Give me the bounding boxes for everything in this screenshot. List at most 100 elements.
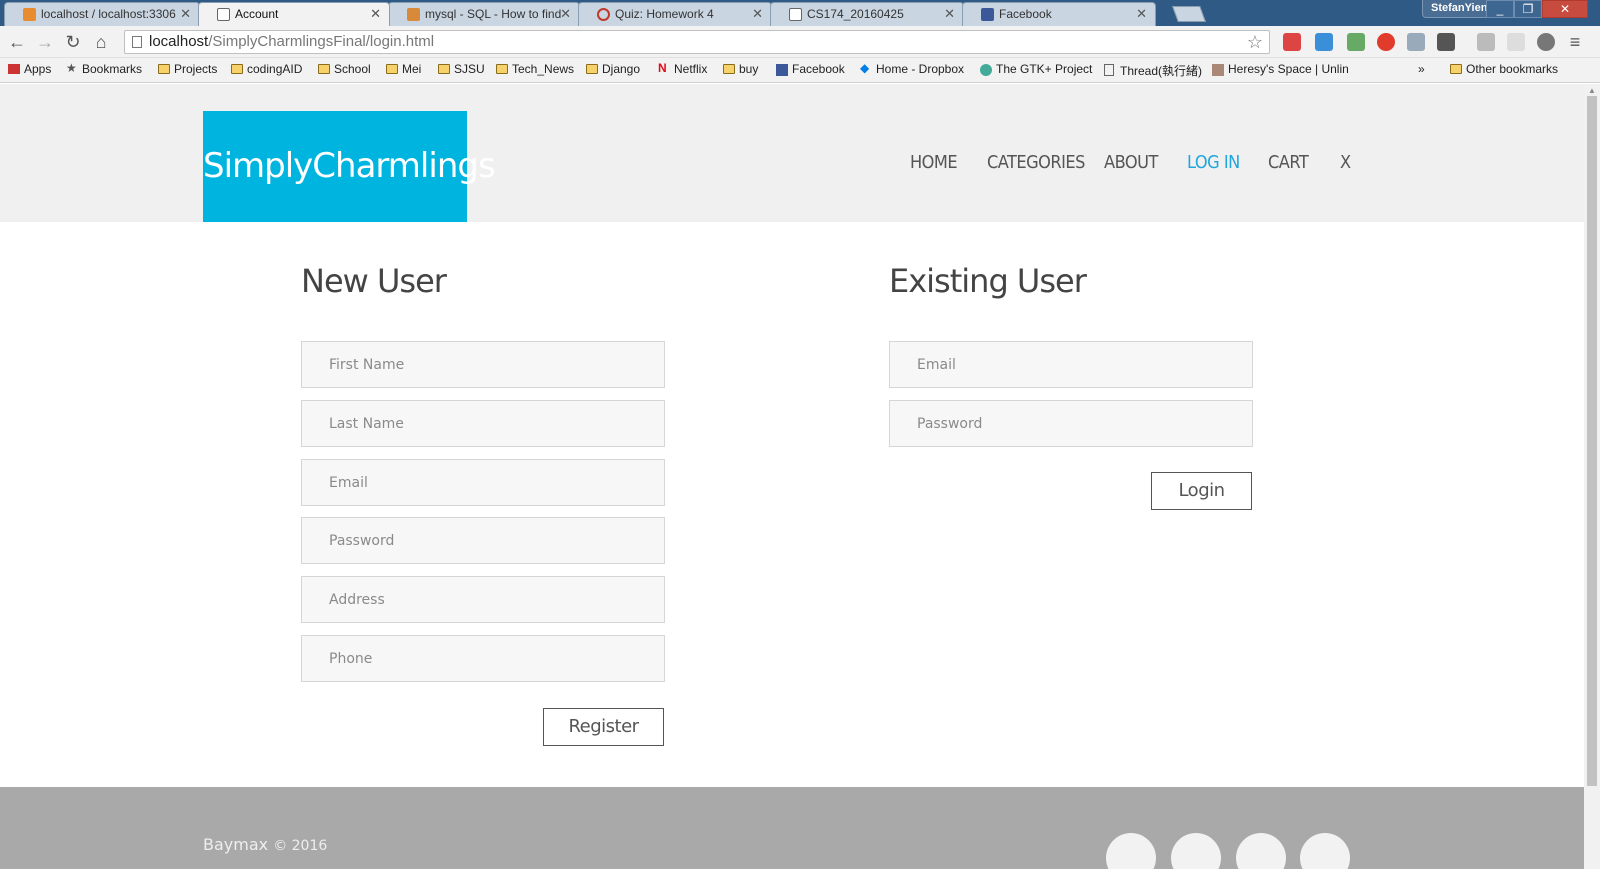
reload-icon[interactable]: ↻ (62, 31, 84, 53)
footer-year: © 2016 (273, 838, 328, 854)
bookmark-apps[interactable]: Apps (8, 62, 51, 76)
extension-icon[interactable] (1437, 33, 1455, 51)
tab-quiz[interactable]: Quiz: Homework 4 ✕ (578, 2, 772, 26)
scrollbar-thumb[interactable] (1587, 96, 1597, 786)
nav-login[interactable]: LOG IN (1187, 152, 1240, 173)
nav-home[interactable]: HOME (910, 152, 958, 173)
close-icon[interactable]: ✕ (370, 6, 381, 22)
window-close-icon[interactable]: ✕ (1542, 0, 1588, 18)
netflix-icon: N (658, 61, 667, 75)
bookmark-label: SJSU (454, 62, 485, 76)
site-header: SimplyCharmlings HOME CATEGORIES ABOUT L… (0, 84, 1584, 222)
address-bar[interactable]: localhost/SimplyCharmlingsFinal/login.ht… (124, 30, 1270, 54)
tab-phpmyadmin[interactable]: localhost / localhost:3306 ✕ (4, 2, 200, 26)
register-button[interactable]: Register (543, 708, 664, 746)
home-icon[interactable]: ⌂ (90, 31, 112, 53)
back-icon[interactable]: ← (6, 31, 28, 53)
login-button[interactable]: Login (1151, 472, 1252, 510)
bookmark-label: Apps (24, 62, 52, 76)
folder-icon (496, 64, 508, 74)
footer-brand: Baymax (203, 835, 269, 854)
forward-icon[interactable]: → (34, 31, 56, 53)
page-icon (217, 8, 230, 21)
extension-icon[interactable] (1315, 33, 1333, 51)
site-logo[interactable]: SimplyCharmlings (203, 111, 496, 222)
canvas-icon (597, 8, 610, 21)
restore-icon[interactable]: ❐ (1514, 0, 1542, 18)
bookmark-bookmarks[interactable]: ★ Bookmarks (66, 61, 142, 76)
bookmark-buy[interactable]: buy (723, 62, 758, 76)
folder-icon (231, 64, 243, 74)
close-icon[interactable]: ✕ (1136, 6, 1147, 22)
browser-tabstrip: localhost / localhost:3306 ✕ Account ✕ m… (0, 0, 1600, 26)
bookmark-label: The GTK+ Project (996, 62, 1093, 76)
nav-close[interactable]: X (1340, 152, 1351, 173)
bookmark-label: Thread(執行緒) (1120, 64, 1203, 78)
extension-icon[interactable] (1347, 33, 1365, 51)
menu-icon[interactable]: ≡ (1564, 31, 1586, 53)
register-password-field[interactable] (301, 517, 665, 564)
bookmark-projects[interactable]: Projects (158, 62, 217, 76)
tab-title: Facebook (999, 7, 1052, 21)
first-name-field[interactable] (301, 341, 665, 388)
login-email-field[interactable] (889, 341, 1253, 388)
page-scrollbar[interactable]: ▲ (1584, 84, 1600, 869)
address-field[interactable] (301, 576, 665, 623)
page-icon (789, 8, 802, 21)
close-icon[interactable]: ✕ (180, 6, 191, 22)
bookmark-school[interactable]: School (318, 62, 371, 76)
bookmark-codingaid[interactable]: codingAID (231, 62, 302, 76)
bookmark-netflix[interactable]: N Netflix (658, 61, 708, 76)
bookmark-thread[interactable]: Thread(執行緒) (1104, 62, 1202, 79)
nav-about[interactable]: ABOUT (1104, 152, 1158, 173)
phone-field[interactable] (301, 635, 665, 682)
extension-icon[interactable] (1537, 33, 1555, 51)
bookmark-sjsu[interactable]: SJSU (438, 62, 485, 76)
facebook-icon[interactable] (1236, 833, 1286, 869)
bookmark-facebook[interactable]: Facebook (776, 62, 845, 76)
extension-icon[interactable] (1507, 33, 1525, 51)
facebook-icon (776, 64, 788, 76)
bookmarks-overflow-chevron[interactable]: » (1418, 62, 1425, 76)
tab-account[interactable]: Account ✕ (198, 2, 390, 26)
nav-cart[interactable]: CART (1268, 152, 1309, 173)
facebook-icon (981, 8, 994, 21)
folder-icon (158, 64, 170, 74)
tab-cs174[interactable]: CS174_20160425 ✕ (770, 2, 964, 26)
star-icon: ★ (66, 61, 77, 75)
tab-facebook[interactable]: Facebook ✕ (962, 2, 1156, 26)
phpmyadmin-icon (23, 8, 36, 21)
close-icon[interactable]: ✕ (752, 6, 763, 22)
close-icon[interactable]: ✕ (944, 6, 955, 22)
register-email-field[interactable] (301, 459, 665, 506)
dropbox-icon: ◆ (860, 61, 870, 75)
minimize-icon[interactable]: _ (1486, 0, 1514, 18)
extension-icon[interactable] (1477, 33, 1495, 51)
twitter-icon[interactable] (1171, 833, 1221, 869)
bookmark-label: Mei (402, 62, 422, 76)
bookmark-gtk[interactable]: The GTK+ Project (980, 62, 1092, 76)
last-name-field[interactable] (301, 400, 665, 447)
bookmark-dropbox[interactable]: ◆ Home - Dropbox (860, 61, 964, 76)
nav-categories[interactable]: CATEGORIES (987, 152, 1085, 173)
download-extension-icon[interactable] (1407, 33, 1425, 51)
bookmark-django[interactable]: Django (586, 62, 640, 76)
instagram-icon[interactable] (1106, 833, 1156, 869)
new-tab-button[interactable] (1172, 6, 1206, 22)
login-password-field[interactable] (889, 400, 1253, 447)
bookmark-heresy[interactable]: Heresy's Space | Unlin (1212, 62, 1348, 76)
bookmark-tech-news[interactable]: Tech_News (496, 62, 574, 76)
bookmark-other[interactable]: Other bookmarks (1450, 62, 1558, 76)
gmail-extension-icon[interactable] (1283, 33, 1301, 51)
email-icon[interactable] (1300, 833, 1350, 869)
folder-icon (438, 64, 450, 74)
bookmark-star-icon[interactable]: ☆ (1247, 31, 1263, 53)
close-icon[interactable]: ✕ (560, 6, 571, 22)
bookmark-mei[interactable]: Mei (386, 62, 421, 76)
opera-extension-icon[interactable] (1377, 33, 1395, 51)
scroll-up-icon[interactable]: ▲ (1588, 86, 1596, 95)
folder-icon (318, 64, 330, 74)
site-footer: Baymax © 2016 (0, 787, 1584, 869)
tab-stackoverflow[interactable]: mysql - SQL - How to find ✕ (388, 2, 580, 26)
bookmark-label: Netflix (674, 62, 708, 76)
